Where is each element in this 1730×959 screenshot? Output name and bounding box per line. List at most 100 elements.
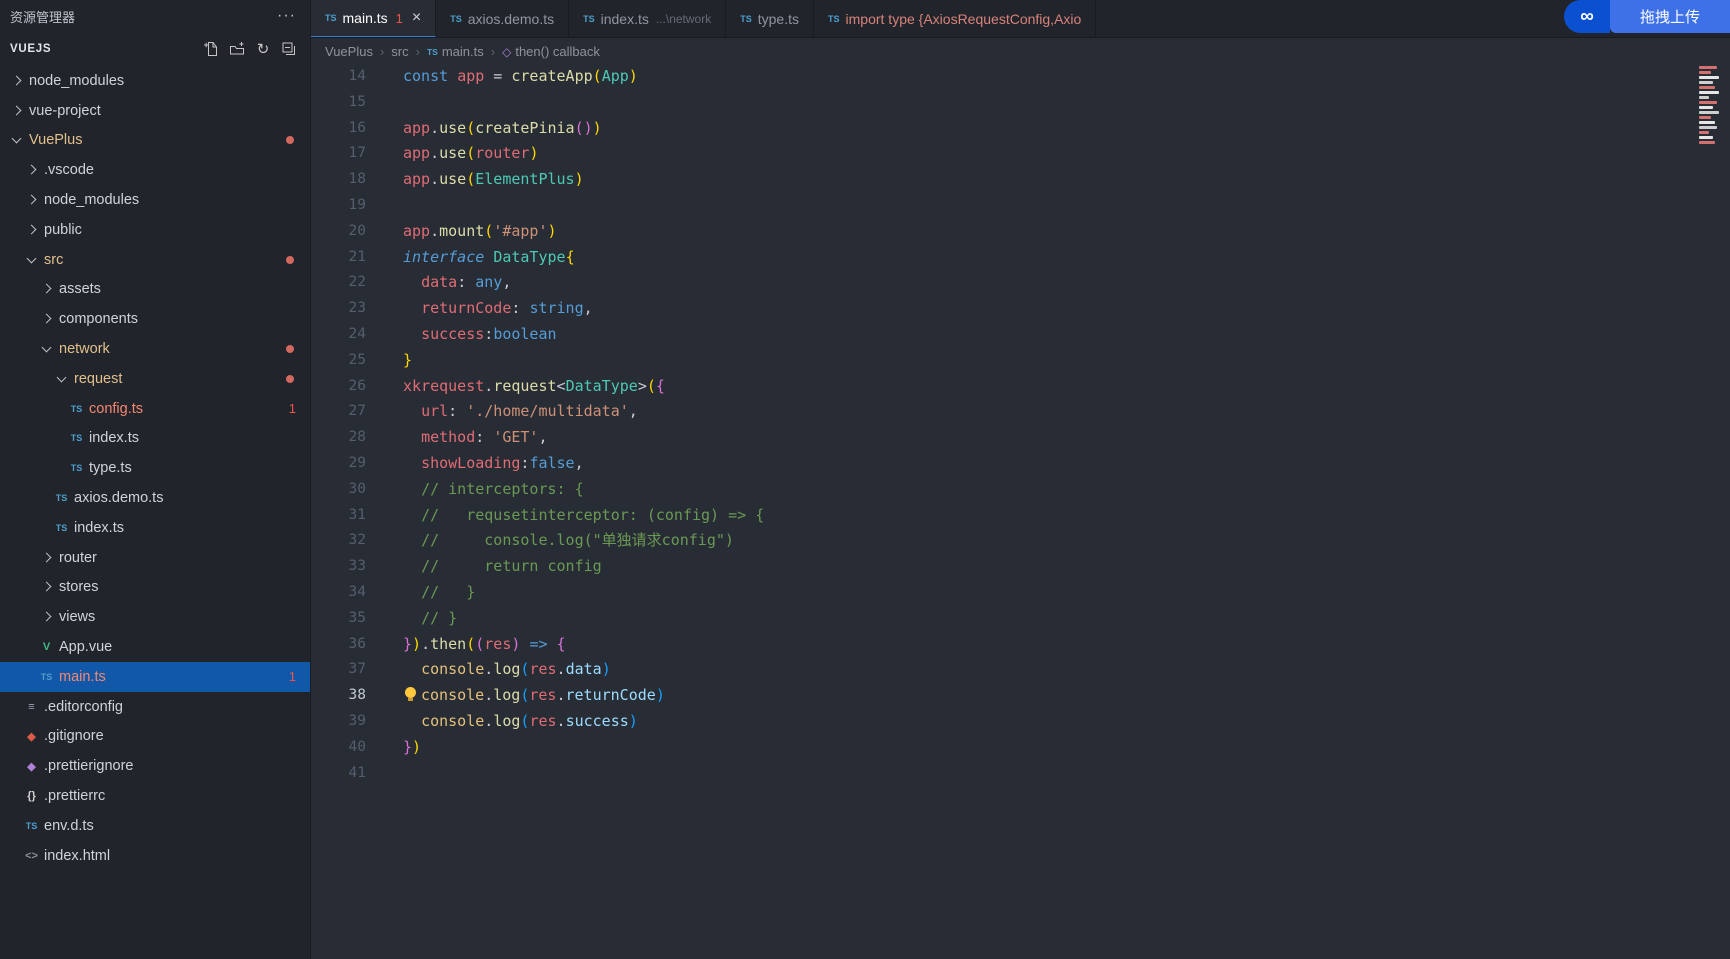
breadcrumb-item-3[interactable]: › TS main.ts <box>409 44 484 59</box>
lightbulb-icon[interactable] <box>403 687 421 702</box>
line-number[interactable]: 33 <box>311 554 366 580</box>
tree-item-assets[interactable]: assets <box>0 275 310 305</box>
code-line-30[interactable]: 30 // interceptors: { <box>311 477 1730 503</box>
code-line-26[interactable]: 26 xkrequest.request<DataType>({ <box>311 374 1730 400</box>
line-number[interactable]: 30 <box>311 477 366 503</box>
tree-item-vue-project[interactable]: vue-project <box>0 96 310 126</box>
code-line-15[interactable]: 15 <box>311 90 1730 116</box>
code-line-25[interactable]: 25} <box>311 348 1730 374</box>
tree-item-node_modules[interactable]: node_modules <box>0 185 310 215</box>
line-number[interactable]: 28 <box>311 425 366 451</box>
tree-item-axios.demo.ts[interactable]: TS axios.demo.ts <box>0 483 310 513</box>
line-number[interactable]: 32 <box>311 528 366 554</box>
drag-upload-button[interactable]: ∞ 拖拽上传 <box>1563 0 1730 33</box>
line-number[interactable]: 16 <box>311 116 366 142</box>
code-line-22[interactable]: 22 data: any, <box>311 270 1730 296</box>
new-file-icon[interactable] <box>202 40 220 58</box>
line-number[interactable]: 18 <box>311 167 366 193</box>
line-number[interactable]: 27 <box>311 399 366 425</box>
line-number[interactable]: 31 <box>311 503 366 529</box>
code-line-33[interactable]: 33 // return config <box>311 554 1730 580</box>
line-number[interactable]: 14 <box>311 64 366 90</box>
code-line-28[interactable]: 28 method: 'GET', <box>311 425 1730 451</box>
line-number[interactable]: 29 <box>311 451 366 477</box>
code-editor[interactable]: 14 const app = createApp(App) 15 16 app.use(… <box>311 64 1730 959</box>
tree-item-main.ts[interactable]: TS main.ts 1 <box>0 661 310 692</box>
code-line-41[interactable]: 41 <box>311 761 1730 787</box>
code-line-16[interactable]: 16 app.use(createPinia()) <box>311 116 1730 142</box>
breadcrumb-item-1[interactable]: VuePlus <box>325 44 373 59</box>
code-line-34[interactable]: 34 // } <box>311 580 1730 606</box>
code-line-39[interactable]: 39 console.log(res.success) <box>311 709 1730 735</box>
line-number[interactable]: 34 <box>311 580 366 606</box>
line-number[interactable]: 22 <box>311 270 366 296</box>
line-number[interactable]: 35 <box>311 606 366 632</box>
line-number[interactable]: 15 <box>311 90 366 116</box>
code-line-27[interactable]: 27 url: './home/multidata', <box>311 399 1730 425</box>
line-number[interactable]: 38 <box>311 683 366 709</box>
code-line-38[interactable]: 38 console.log(res.returnCode) <box>311 683 1730 709</box>
code-line-19[interactable]: 19 <box>311 193 1730 219</box>
code-line-40[interactable]: 40}) <box>311 735 1730 761</box>
tree-item-type.ts[interactable]: TS type.ts <box>0 453 310 483</box>
line-number[interactable]: 24 <box>311 322 366 348</box>
tab-index.ts[interactable]: TS index.ts ...\network <box>569 0 727 37</box>
tree-item-config.ts[interactable]: TS config.ts 1 <box>0 394 310 424</box>
code-line-14[interactable]: 14 const app = createApp(App) <box>311 64 1730 90</box>
code-line-32[interactable]: 32 // console.log("单独请求config") <box>311 528 1730 554</box>
code-line-31[interactable]: 31 // requsetinterceptor: (config) => { <box>311 503 1730 529</box>
close-icon[interactable]: × <box>412 10 421 26</box>
breadcrumb-item-2[interactable]: › src <box>373 44 409 59</box>
line-number[interactable]: 17 <box>311 141 366 167</box>
tree-item-.prettierignore[interactable]: ◆ .prettierignore <box>0 751 310 781</box>
tree-item-VuePlus[interactable]: VuePlus <box>0 126 310 156</box>
tree-item-.gitignore[interactable]: ◆ .gitignore <box>0 722 310 752</box>
code-line-20[interactable]: 20 app.mount('#app') <box>311 219 1730 245</box>
line-number[interactable]: 36 <box>311 632 366 658</box>
tab-axios.demo.ts[interactable]: TS axios.demo.ts <box>436 0 570 37</box>
breadcrumb-item-4[interactable]: › ◇ then() callback <box>484 44 600 59</box>
line-number[interactable]: 19 <box>311 193 366 219</box>
code-line-36[interactable]: 36}).then((res) => { <box>311 632 1730 658</box>
tab-import-type-AxiosRequestConfig[interactable]: TS import type {AxiosRequestConfig,Axio <box>814 0 1097 37</box>
tree-item-public[interactable]: public <box>0 215 310 245</box>
collapse-all-icon[interactable] <box>280 40 298 58</box>
line-number[interactable]: 37 <box>311 657 366 683</box>
tree-item-index.ts[interactable]: TS index.ts <box>0 424 310 454</box>
code-line-29[interactable]: 29 showLoading:false, <box>311 451 1730 477</box>
code-line-17[interactable]: 17 app.use(router) <box>311 141 1730 167</box>
refresh-icon[interactable]: ↻ <box>254 40 272 58</box>
new-folder-icon[interactable] <box>228 40 246 58</box>
code-line-23[interactable]: 23 returnCode: string, <box>311 296 1730 322</box>
code-line-37[interactable]: 37 console.log(res.data) <box>311 657 1730 683</box>
tree-item-App.vue[interactable]: V App.vue <box>0 632 310 662</box>
line-number[interactable]: 21 <box>311 245 366 271</box>
more-actions-icon[interactable]: ··· <box>277 7 296 25</box>
line-number[interactable]: 25 <box>311 348 366 374</box>
line-number[interactable]: 41 <box>311 761 366 787</box>
tree-item-router[interactable]: router <box>0 543 310 573</box>
tree-item-env.d.ts[interactable]: TS env.d.ts <box>0 811 310 841</box>
line-number[interactable]: 26 <box>311 374 366 400</box>
code-line-35[interactable]: 35 // } <box>311 606 1730 632</box>
tree-item-request[interactable]: request <box>0 364 310 394</box>
tree-item-.prettierrc[interactable]: {} .prettierrc <box>0 781 310 811</box>
tree-item-.vscode[interactable]: .vscode <box>0 155 310 185</box>
tree-item-src[interactable]: src <box>0 245 310 275</box>
line-number[interactable]: 20 <box>311 219 366 245</box>
tree-item-node_modules[interactable]: node_modules <box>0 66 310 96</box>
tree-item-index.ts[interactable]: TS index.ts <box>0 513 310 543</box>
code-line-18[interactable]: 18 app.use(ElementPlus) <box>311 167 1730 193</box>
tree-item-index.html[interactable]: <> index.html <box>0 841 310 871</box>
tree-item-views[interactable]: views <box>0 602 310 632</box>
tree-item-.editorconfig[interactable]: ≡ .editorconfig <box>0 692 310 722</box>
line-number[interactable]: 40 <box>311 735 366 761</box>
tab-main.ts[interactable]: TS main.ts 1 × <box>311 0 437 37</box>
minimap[interactable] <box>1699 66 1725 144</box>
tree-item-network[interactable]: network <box>0 334 310 364</box>
tree-item-stores[interactable]: stores <box>0 573 310 603</box>
line-number[interactable]: 39 <box>311 709 366 735</box>
code-line-24[interactable]: 24 success:boolean <box>311 322 1730 348</box>
code-line-21[interactable]: 21 interface DataType{ <box>311 245 1730 271</box>
line-number[interactable]: 23 <box>311 296 366 322</box>
